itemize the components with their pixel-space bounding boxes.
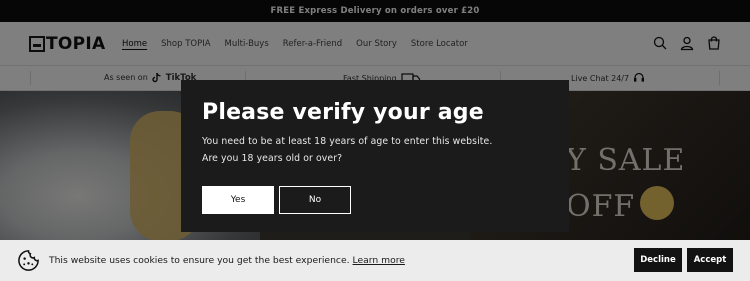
modal-question: Are you 18 years old or over? bbox=[202, 153, 343, 164]
accept-button[interactable]: Accept bbox=[687, 248, 733, 272]
modal-title: Please verify your age bbox=[202, 100, 484, 125]
learn-more-link[interactable]: Learn more bbox=[353, 255, 405, 266]
cookie-text: This website uses cookies to ensure you … bbox=[49, 255, 350, 266]
no-button[interactable]: No bbox=[279, 186, 351, 214]
cookie-banner: This website uses cookies to ensure you … bbox=[0, 240, 750, 281]
cookie-message: This website uses cookies to ensure you … bbox=[49, 255, 405, 266]
cookie-icon bbox=[18, 250, 39, 271]
age-verification-modal: Please verify your age You need to be at… bbox=[181, 80, 569, 232]
modal-message: You need to be at least 18 years of age … bbox=[202, 136, 493, 147]
decline-button[interactable]: Decline bbox=[634, 248, 682, 272]
yes-button[interactable]: Yes bbox=[202, 186, 274, 214]
